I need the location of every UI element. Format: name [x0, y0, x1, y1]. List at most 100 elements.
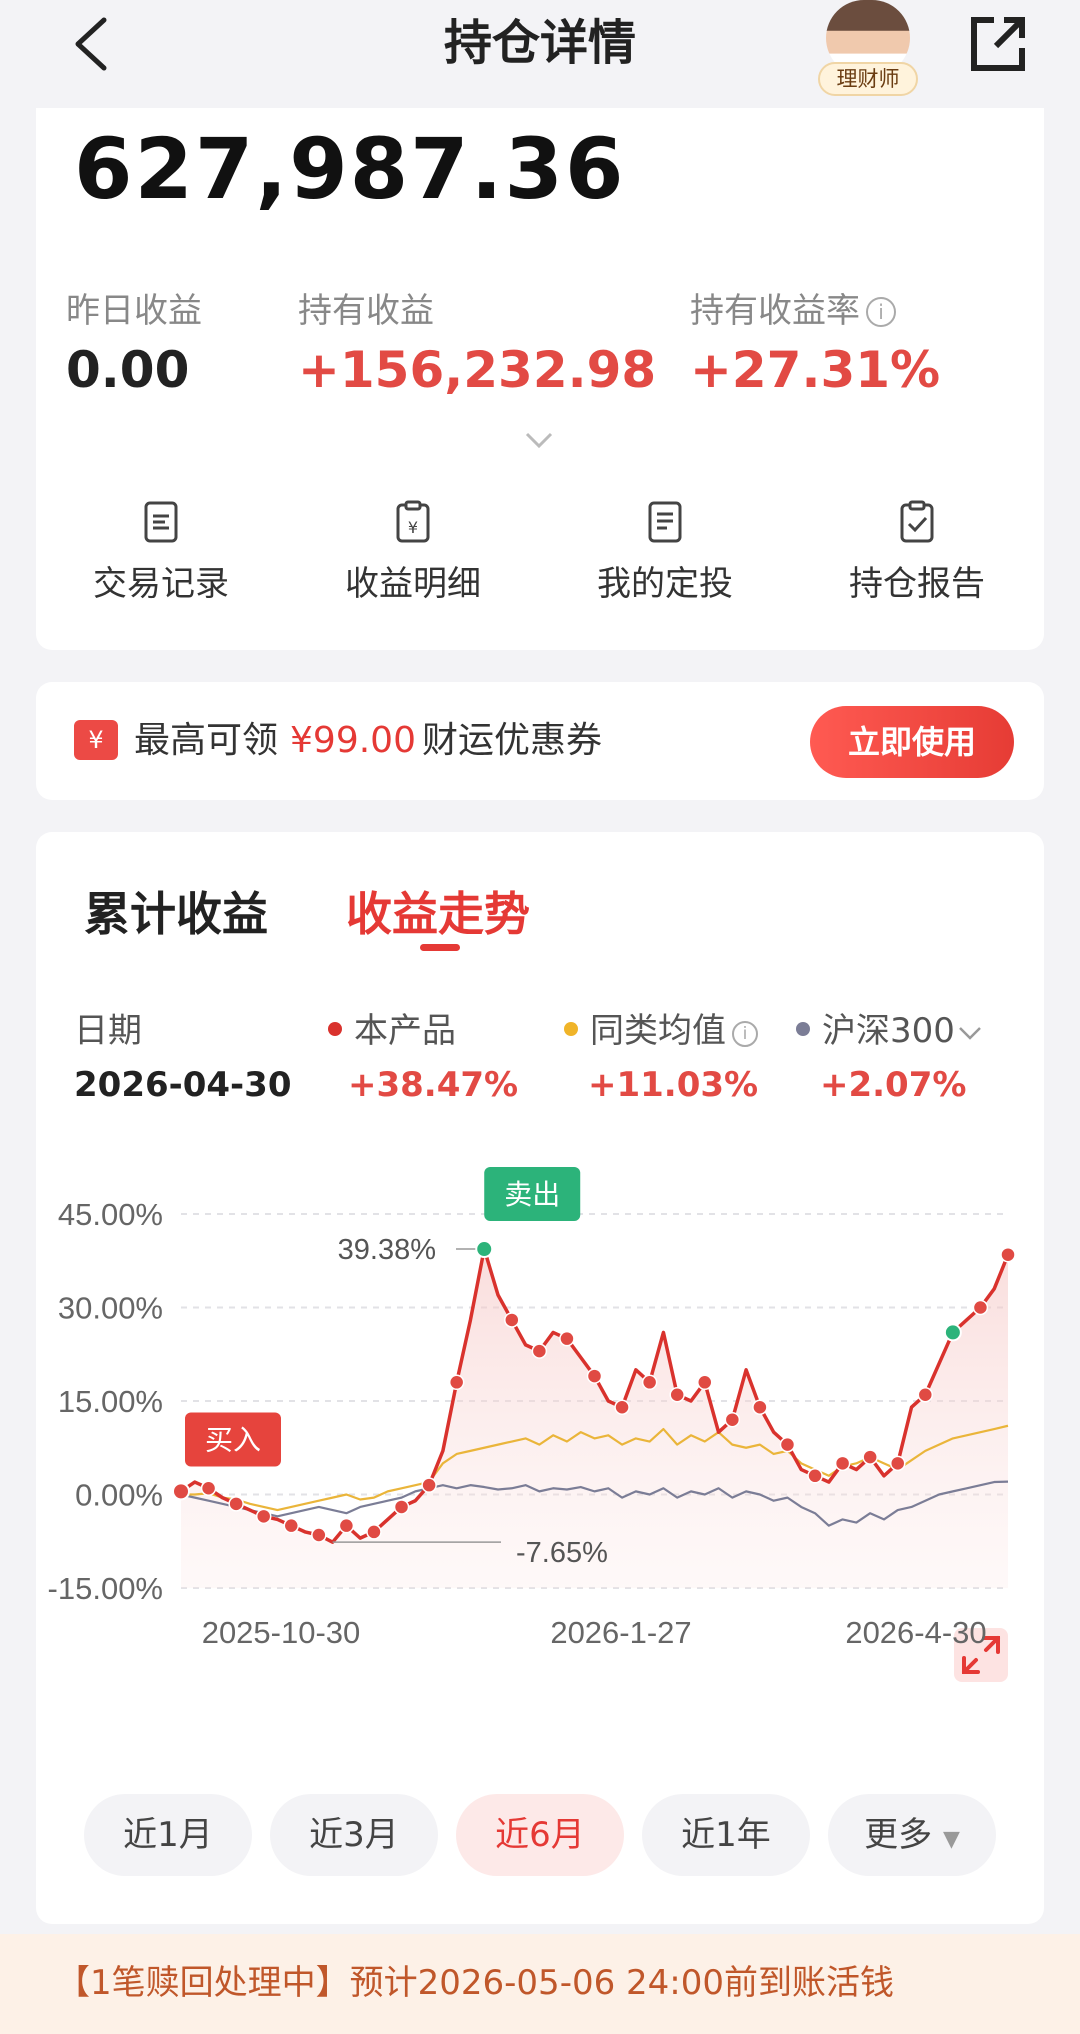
redemption-status-banner[interactable]: 【1笔赎回处理中】预计2026-05-06 24:00前到账活钱: [0, 1934, 1080, 2034]
trade-marker: [1000, 1246, 1016, 1263]
trade-records-label: 交易记录: [93, 564, 229, 604]
info-icon[interactable]: i: [866, 297, 896, 327]
legend-product-label-row: 本产品: [328, 1008, 518, 1054]
redemption-status-text: 【1笔赎回处理中】预计2026-05-06 24:00前到账活钱: [56, 1963, 895, 2003]
share-icon[interactable]: [966, 12, 1030, 76]
y-tick-label: 45.00%: [58, 1197, 163, 1232]
expand-chevron-icon[interactable]: [524, 430, 554, 450]
trade-marker: [807, 1468, 823, 1484]
holding-rate: 持有收益率 i +27.31%: [690, 288, 940, 402]
csi300-dot-icon: [796, 1022, 810, 1036]
clipboard-yen-icon: ¥: [396, 500, 430, 543]
coupon-text: 最高可领 ¥99.00 财运优惠券: [134, 718, 602, 764]
trade-marker: [862, 1449, 878, 1465]
legend-date: 日期 2026-04-30: [74, 1008, 291, 1108]
y-tick-label: -15.00%: [48, 1571, 163, 1606]
trade-marker: [283, 1517, 300, 1534]
trade-marker: [338, 1517, 355, 1534]
legend-category-label: 同类均值: [590, 1011, 726, 1051]
yesterday-income-label: 昨日收益: [66, 291, 202, 331]
category-dot-icon: [564, 1022, 578, 1036]
range-6-months-button[interactable]: 近6月: [456, 1794, 624, 1876]
holding-income-label: 持有收益: [298, 291, 434, 331]
income-chart-card: 累计收益 收益走势 日期 2026-04-30 本产品 +38.47% 同类均值…: [36, 832, 1044, 1924]
coupon-prefix: 最高可领: [134, 720, 279, 761]
range-more-button[interactable]: 更多 ▼: [828, 1794, 996, 1876]
legend-csi300[interactable]: 沪深300 +2.07%: [796, 1008, 983, 1108]
range-1-month-button[interactable]: 近1月: [84, 1794, 252, 1876]
trade-marker: [669, 1387, 685, 1403]
sell-tag-label: 卖出: [504, 1178, 560, 1211]
trade-marker: [559, 1330, 575, 1347]
range-3-months-button[interactable]: 近3月: [270, 1794, 438, 1876]
dropdown-triangle-icon: ▼: [942, 1827, 960, 1852]
trade-marker: [531, 1343, 548, 1359]
holding-report-button[interactable]: 持仓报告: [832, 500, 1002, 606]
trade-marker: [641, 1374, 658, 1391]
holding-income: 持有收益 +156,232.98: [298, 288, 656, 402]
trade-marker: [779, 1436, 796, 1453]
tab-cumulative-income[interactable]: 累计收益: [84, 882, 268, 946]
legend-date-value: 2026-04-30: [74, 1065, 292, 1105]
trade-marker: [752, 1399, 768, 1415]
legend-category-value: +11.03%: [588, 1065, 759, 1105]
trade-marker: [504, 1312, 520, 1328]
trade-marker: [614, 1399, 630, 1415]
page-title: 持仓详情: [443, 15, 636, 71]
trade-marker: [724, 1411, 741, 1428]
legend-csi300-label-row: 沪深300: [796, 1008, 983, 1054]
auto-invest-button[interactable]: 我的定投: [580, 500, 750, 606]
yesterday-income: 昨日收益 0.00: [66, 288, 202, 402]
use-now-button[interactable]: 立即使用: [810, 706, 1014, 778]
range-1-year-button[interactable]: 近1年: [642, 1794, 810, 1876]
total-assets-value: 627,987.36: [74, 120, 626, 218]
legend-product-label: 本产品: [354, 1011, 456, 1051]
legend-csi300-label: 沪深300: [822, 1011, 955, 1051]
high-value-label: 39.38%: [338, 1234, 436, 1266]
advisor-label: 理财师: [818, 62, 918, 96]
trade-marker: [393, 1499, 410, 1515]
y-tick-label: 30.00%: [58, 1291, 163, 1326]
buy-point-marker: [172, 1482, 190, 1501]
y-tick-label: 15.00%: [58, 1384, 163, 1419]
trade-records-button[interactable]: 交易记录: [76, 500, 246, 606]
tab-income-trend[interactable]: 收益走势: [346, 882, 530, 946]
active-tab-indicator: [420, 944, 460, 951]
trade-marker: [255, 1508, 272, 1525]
coupon-banner[interactable]: ¥ 最高可领 ¥99.00 财运优惠券 立即使用: [36, 682, 1044, 800]
advisor-button[interactable]: 理财师: [818, 0, 918, 100]
trade-marker: [228, 1496, 244, 1512]
trade-marker: [421, 1477, 437, 1493]
holding-report-label: 持仓报告: [849, 564, 985, 604]
holding-income-value: +156,232.98: [298, 341, 657, 399]
current-point-marker: [943, 1323, 962, 1342]
trade-marker: [697, 1374, 713, 1391]
legend-date-label: 日期: [74, 1011, 142, 1051]
trade-marker: [200, 1480, 217, 1497]
coupon-icon: ¥: [74, 720, 118, 760]
legend-csi300-value: +2.07%: [820, 1065, 967, 1105]
legend-category-avg: 同类均值 i +11.03%: [564, 1008, 758, 1108]
x-tick-label: 2026-4-30: [845, 1615, 986, 1650]
holding-rate-label: 持有收益率: [690, 291, 860, 331]
coupon-suffix: 财运优惠券: [421, 720, 602, 761]
legend-category-label-row: 同类均值 i: [564, 1008, 758, 1054]
x-tick-label: 2025-10-30: [202, 1615, 361, 1650]
document-icon: [144, 501, 178, 543]
trade-marker: [448, 1374, 465, 1391]
trade-marker: [972, 1299, 989, 1316]
legend-product: 本产品 +38.47%: [328, 1008, 518, 1108]
checklist-icon: [900, 500, 934, 543]
list-icon: [648, 501, 682, 543]
income-details-button[interactable]: ¥ 收益明细: [328, 500, 498, 606]
income-trend-chart[interactable]: 39.38% 卖出 -7.65% 买入 45.00% 30.00% 15.00% 0.00%…: [36, 1142, 1044, 1762]
low-value-label: -7.65%: [516, 1537, 608, 1569]
range-more-label: 更多: [864, 1815, 933, 1855]
chevron-down-icon: [959, 1027, 981, 1040]
info-icon[interactable]: i: [732, 1021, 758, 1047]
trade-marker: [586, 1368, 603, 1384]
trade-marker: [834, 1455, 851, 1472]
yesterday-income-value: 0.00: [66, 341, 190, 399]
coupon-amount: ¥99.00: [290, 720, 416, 761]
svg-text:¥: ¥: [408, 518, 418, 537]
